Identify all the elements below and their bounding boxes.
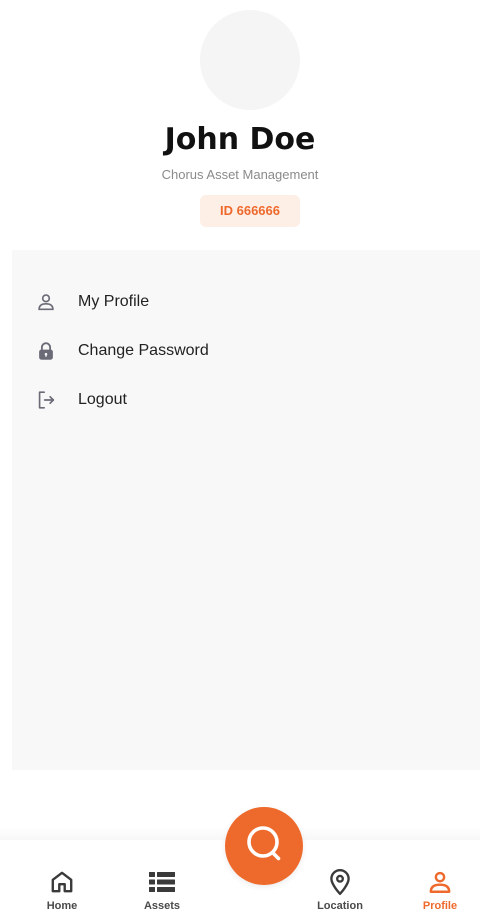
nav-label-profile: Profile [422, 900, 458, 912]
logout-icon [34, 388, 58, 412]
menu-item-my-profile[interactable]: My Profile [34, 284, 454, 320]
nav-item-home[interactable]: Home [22, 840, 102, 914]
avatar[interactable] [200, 10, 300, 110]
menu-panel: My Profile Change Password Logout [12, 250, 480, 770]
nav-label-assets: Assets [143, 900, 181, 912]
profile-name: John Doe [164, 122, 316, 157]
lock-icon [34, 339, 58, 363]
id-badge-label: ID 666666 [220, 203, 280, 218]
nav-label-location: Location [317, 900, 363, 912]
menu-item-label: Change Password [78, 342, 209, 359]
nav-item-assets[interactable]: Assets [122, 840, 202, 914]
nav-label-home: Home [46, 900, 78, 912]
location-pin-icon [326, 868, 354, 896]
menu-item-label: My Profile [78, 293, 150, 310]
id-badge: ID 666666 [200, 195, 300, 227]
nav-item-profile[interactable]: Profile [400, 840, 480, 914]
menu-item-label: Logout [78, 391, 127, 408]
search-fab-button[interactable] [225, 807, 303, 885]
home-icon [48, 868, 76, 896]
menu-item-logout[interactable]: Logout [34, 382, 454, 418]
company-name: Chorus Asset Management [161, 167, 319, 182]
search-icon [241, 821, 287, 872]
list-icon [148, 868, 176, 896]
person-icon [34, 290, 58, 314]
person-icon [426, 868, 454, 896]
menu-item-change-password[interactable]: Change Password [34, 333, 454, 369]
nav-item-location[interactable]: Location [300, 840, 380, 914]
